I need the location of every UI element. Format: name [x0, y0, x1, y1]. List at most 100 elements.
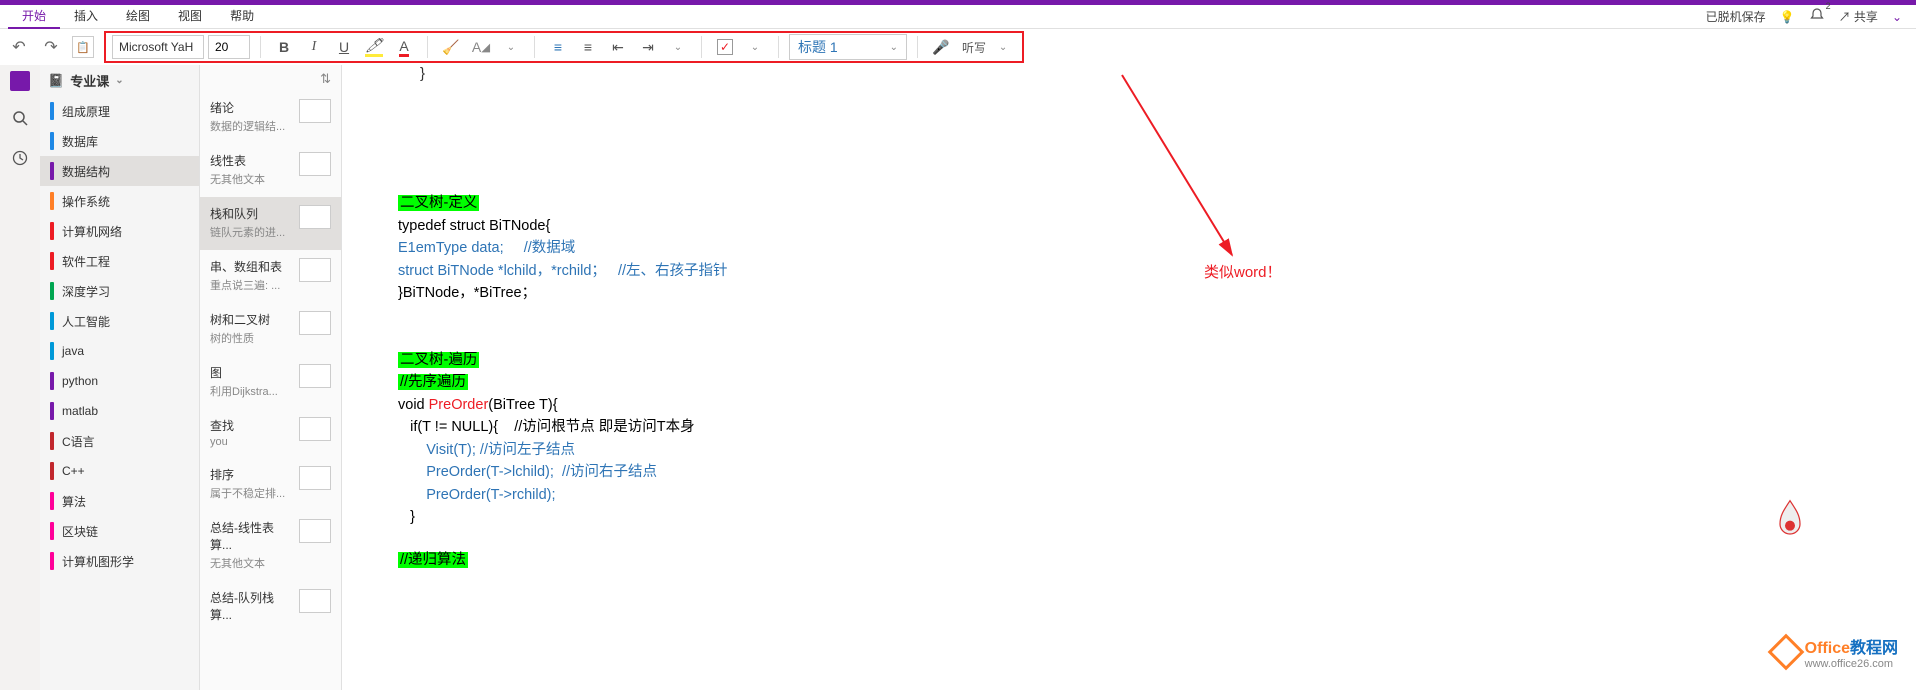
font-name-input[interactable] — [112, 35, 204, 59]
section-item[interactable]: 计算机图形学 — [40, 546, 199, 576]
section-label: 软件工程 — [62, 253, 110, 270]
section-item[interactable]: 深度学习 — [40, 276, 199, 306]
page-item[interactable]: 树和二叉树树的性质 — [200, 303, 341, 356]
page-preview: 利用Dijkstra... — [210, 383, 293, 399]
page-item[interactable]: 总结-队列栈算... — [200, 581, 341, 635]
redo-button[interactable]: ↷ — [40, 36, 62, 58]
page-thumb — [299, 417, 331, 441]
dictate-chevron[interactable]: ⌄ — [990, 35, 1016, 59]
section-item[interactable]: 软件工程 — [40, 246, 199, 276]
code-comment: //访问右子结点 — [562, 464, 657, 480]
section-color-bar — [50, 282, 54, 300]
font-color-button[interactable]: A — [391, 35, 417, 59]
notification-icon[interactable]: 2 — [1809, 7, 1825, 26]
todo-checkbox-button[interactable]: ✓ — [712, 35, 738, 59]
para-more-chevron[interactable]: ⌄ — [665, 35, 691, 59]
page-item[interactable]: 线性表无其他文本 — [200, 144, 341, 197]
watermark: Office教程网 www.office26.com — [1773, 499, 1898, 670]
code-text: }BiTNode，*BiTree； — [398, 282, 1916, 305]
bullet-list-button[interactable]: ≡ — [545, 35, 571, 59]
style-select[interactable]: 标题 1⌄ — [789, 34, 907, 60]
section-item[interactable]: 区块链 — [40, 516, 199, 546]
section-color-bar — [50, 462, 54, 480]
lightbulb-icon[interactable]: 💡 — [1780, 10, 1795, 24]
page-preview: 数据的逻辑结... — [210, 118, 293, 134]
page-title: 线性表 — [210, 152, 293, 169]
section-label: 人工智能 — [62, 313, 110, 330]
notebook-chevron-icon[interactable]: ⌄ — [115, 75, 123, 86]
notebook-selector-icon[interactable]: 📓 — [48, 73, 64, 89]
page-item[interactable]: 栈和队列链队元素的进... — [200, 197, 341, 250]
page-item[interactable]: 图利用Dijkstra... — [200, 356, 341, 409]
note-canvas[interactable]: } 二叉树-定义 typedef struct BiTNode{ E1emTyp… — [342, 65, 1916, 690]
sort-icon[interactable]: ⇅ — [320, 71, 331, 87]
number-list-button[interactable]: ≡ — [575, 35, 601, 59]
annotation-text: 类似word！ — [1204, 261, 1282, 282]
section-item[interactable]: C语言 — [40, 426, 199, 456]
section-item[interactable]: python — [40, 366, 199, 396]
section-item[interactable]: 数据库 — [40, 126, 199, 156]
italic-button[interactable]: I — [301, 35, 327, 59]
code-text: typedef struct BiTNode{ — [398, 215, 1916, 238]
page-title: 查找 — [210, 417, 293, 434]
section-item[interactable]: java — [40, 336, 199, 366]
bold-button[interactable]: B — [271, 35, 297, 59]
menu-chevron-icon[interactable]: ⌄ — [1892, 10, 1902, 24]
section-item[interactable]: 人工智能 — [40, 306, 199, 336]
page-thumb — [299, 99, 331, 123]
flame-icon — [1773, 499, 1807, 539]
section-color-bar — [50, 492, 54, 510]
recent-icon[interactable] — [7, 145, 33, 171]
search-icon[interactable] — [7, 105, 33, 131]
page-preview: 树的性质 — [210, 330, 293, 346]
page-preview: 重点说三遍: ... — [210, 277, 293, 293]
section-item[interactable]: 组成原理 — [40, 96, 199, 126]
page-item[interactable]: 查找you — [200, 409, 341, 458]
dictate-mic-icon[interactable]: 🎤 — [928, 35, 954, 59]
code-text: E1emType data; — [398, 240, 504, 256]
page-item[interactable]: 串、数组和表重点说三遍: ... — [200, 250, 341, 303]
page-item[interactable]: 绪论数据的逻辑结... — [200, 91, 341, 144]
section-color-bar — [50, 102, 54, 120]
share-button[interactable]: ↗ 共享 — [1839, 8, 1878, 25]
underline-button[interactable]: U — [331, 35, 357, 59]
dictate-label[interactable]: 听写 — [962, 39, 986, 56]
tab-开始[interactable]: 开始 — [8, 4, 60, 29]
section-item[interactable]: C++ — [40, 456, 199, 486]
page-thumb — [299, 589, 331, 613]
tag-more-chevron[interactable]: ⌄ — [742, 35, 768, 59]
code-text: Visit(T); — [426, 442, 476, 458]
notebook-icon[interactable] — [10, 71, 30, 91]
save-status: 已脱机保存 — [1706, 8, 1766, 25]
tab-插入[interactable]: 插入 — [60, 4, 112, 29]
tab-绘图[interactable]: 绘图 — [112, 4, 164, 29]
font-size-input[interactable] — [208, 35, 250, 59]
section-item[interactable]: 计算机网络 — [40, 216, 199, 246]
section-label: 计算机网络 — [62, 223, 122, 240]
page-thumb — [299, 205, 331, 229]
section-item[interactable]: 操作系统 — [40, 186, 199, 216]
code-comment: //访问左子结点 — [476, 442, 575, 458]
page-item[interactable]: 总结-线性表算...无其他文本 — [200, 511, 341, 581]
page-item[interactable]: 排序属于不稳定排... — [200, 458, 341, 511]
highlight-button[interactable]: 🖊 — [361, 35, 387, 59]
indent-button[interactable]: ⇥ — [635, 35, 661, 59]
section-label: python — [62, 374, 98, 388]
section-item[interactable]: 数据结构 — [40, 156, 199, 186]
font-more-chevron[interactable]: ⌄ — [498, 35, 524, 59]
page-thumb — [299, 152, 331, 176]
code-text: struct BiTNode *lchild，*rchild； — [398, 263, 606, 279]
section-item[interactable]: matlab — [40, 396, 199, 426]
outdent-button[interactable]: ⇤ — [605, 35, 631, 59]
notebook-name[interactable]: 专业课 — [70, 71, 109, 90]
page-list: ⇅ 绪论数据的逻辑结...线性表无其他文本栈和队列链队元素的进...串、数组和表… — [200, 65, 342, 690]
undo-button[interactable]: ↶ — [8, 36, 30, 58]
tab-视图[interactable]: 视图 — [164, 4, 216, 29]
section-item[interactable]: 算法 — [40, 486, 199, 516]
page-preview: 无其他文本 — [210, 555, 293, 571]
heading-highlight: //先序遍历 — [398, 374, 468, 390]
tab-帮助[interactable]: 帮助 — [216, 4, 268, 29]
clear-format-button[interactable]: 🧹 — [438, 35, 464, 59]
clipboard-button[interactable]: 📋 — [72, 36, 94, 58]
format-painter-button[interactable]: A◢ — [468, 35, 494, 59]
